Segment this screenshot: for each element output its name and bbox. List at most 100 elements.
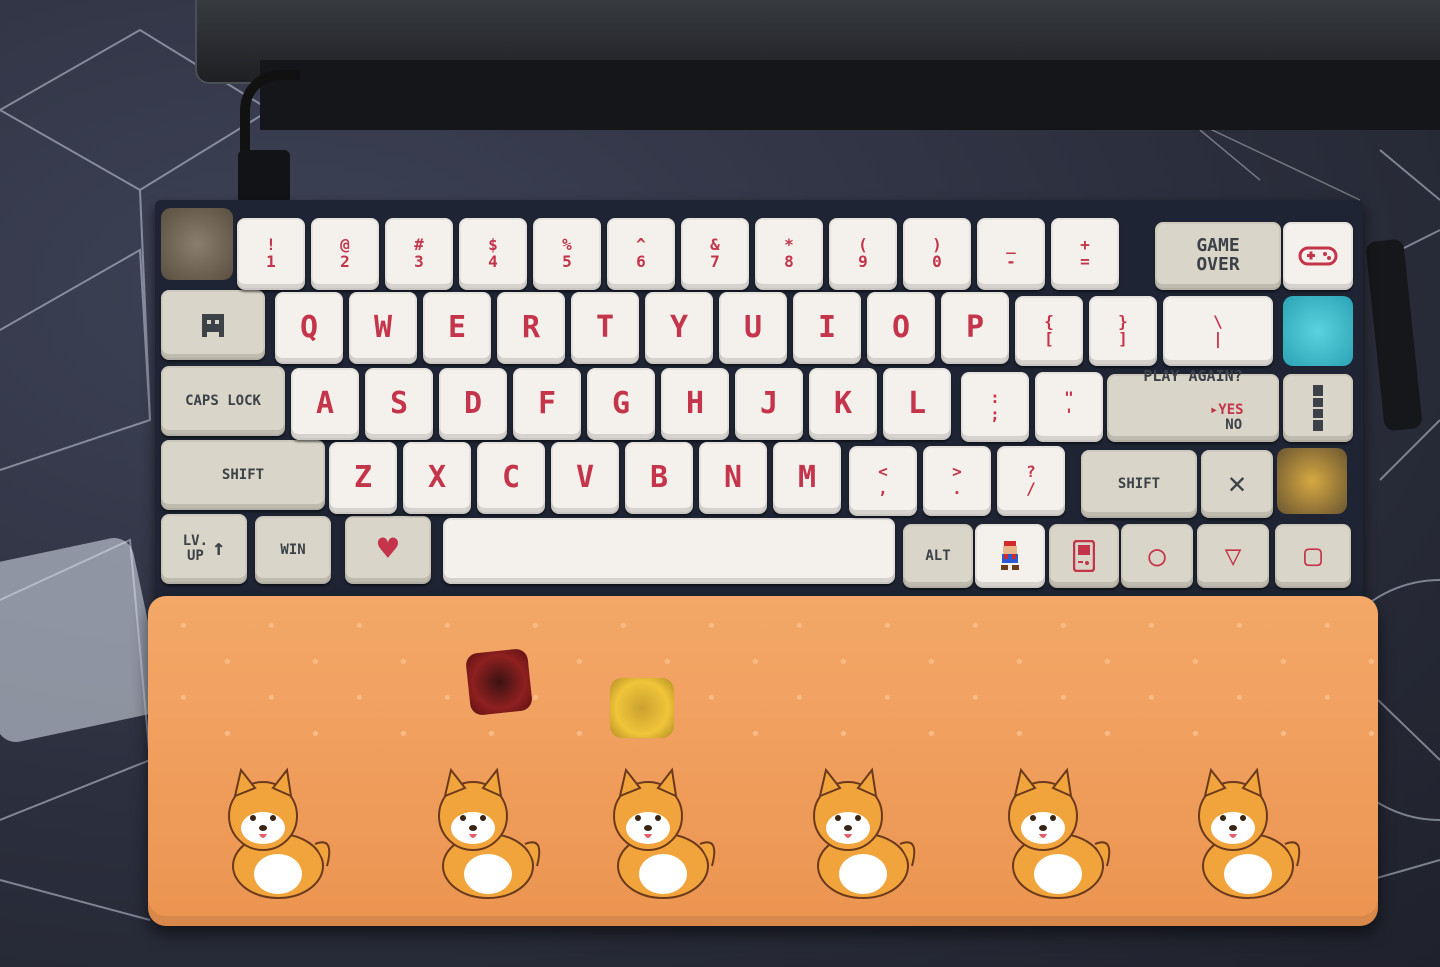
number-key-5[interactable]: % 5 — [533, 218, 601, 290]
lion-artisan-keycap[interactable] — [161, 208, 233, 280]
letter-key-d[interactable]: D — [439, 368, 507, 440]
number-key-3[interactable]: #3 — [385, 218, 453, 290]
slash-key[interactable]: ? / — [997, 446, 1065, 516]
number-key-=[interactable]: + = — [1051, 218, 1119, 290]
letter-key-s[interactable]: S — [365, 368, 433, 440]
period-key[interactable]: > . — [923, 446, 991, 516]
letter-key-v[interactable]: V — [551, 442, 619, 514]
tab-key-space-invader[interactable] — [161, 290, 265, 360]
paw-print-icon: • — [882, 616, 893, 637]
number-key-1[interactable]: ! 1 — [237, 218, 305, 290]
letter-key-e[interactable]: E — [423, 292, 491, 364]
paw-print-icon: • — [1190, 652, 1201, 673]
letter-key-x[interactable]: X — [403, 442, 471, 514]
key-legend-bottom: 8 — [784, 252, 794, 271]
letter-key-w[interactable]: W — [349, 292, 417, 364]
paw-print-icon: • — [618, 616, 629, 637]
key-legend-bottom: 1 — [266, 252, 276, 271]
paw-print-icon: • — [1102, 652, 1113, 673]
letter-key-q[interactable]: Q — [275, 292, 343, 364]
level-up-label: LV. UP — [182, 533, 209, 564]
bracket-open-key[interactable]: { [ — [1015, 296, 1083, 366]
letter-key-g[interactable]: G — [587, 368, 655, 440]
number-key-8[interactable]: * 8 — [755, 218, 823, 290]
comma-key[interactable]: < , — [849, 446, 917, 516]
letter-key-a[interactable]: A — [291, 368, 359, 440]
x-key[interactable]: ✕ — [1201, 450, 1273, 518]
game-over-key[interactable]: GAME OVER — [1155, 222, 1281, 290]
circle-key[interactable]: ◯ — [1121, 524, 1193, 588]
number-key-4[interactable]: $4 — [459, 218, 527, 290]
triangle-key[interactable]: ▽ — [1197, 524, 1269, 588]
paw-print-icon: • — [1322, 688, 1333, 709]
letter-key-o[interactable]: O — [867, 292, 935, 364]
paw-print-icon: • — [1366, 652, 1377, 673]
letter-key-i[interactable]: I — [793, 292, 861, 364]
caps-lock-key[interactable]: CAPS LOCK — [161, 366, 285, 436]
paw-print-icon: • — [970, 616, 981, 637]
paw-print-icon: • — [1278, 724, 1289, 745]
letter-key-k[interactable]: K — [809, 368, 877, 440]
bar-key[interactable] — [1283, 374, 1353, 442]
quote-key[interactable]: " ' — [1035, 372, 1103, 442]
paw-print-icon: • — [530, 616, 541, 637]
paw-print-icon: • — [266, 616, 277, 637]
laptop-hinge — [260, 60, 1440, 130]
paw-print-icon: • — [794, 616, 805, 637]
letter-key-c[interactable]: C — [477, 442, 545, 514]
letter-key-j[interactable]: J — [735, 368, 803, 440]
number-key-0[interactable]: ) 0 — [903, 218, 971, 290]
letter-key-u[interactable]: U — [719, 292, 787, 364]
play-again-title: PLAY AGAIN? — [1143, 366, 1243, 385]
play-again-enter-key[interactable]: PLAY AGAIN? ▸YES NO — [1107, 368, 1279, 442]
semicolon-key[interactable]: : ; — [961, 372, 1029, 442]
paw-print-icon: • — [1234, 616, 1245, 637]
key-legend-bottom: 3 — [414, 252, 424, 271]
space-invader-icon — [202, 314, 224, 337]
number-key-2[interactable]: @2 — [311, 218, 379, 290]
letter-key-f[interactable]: F — [513, 368, 581, 440]
alt-key[interactable]: ALT — [903, 524, 973, 588]
paw-print-icon: • — [1366, 724, 1377, 745]
paw-print-icon: • — [486, 724, 497, 745]
backslash-key[interactable]: \ | — [1163, 296, 1273, 366]
square-key[interactable]: ▢ — [1275, 524, 1351, 588]
letter-key-m[interactable]: M — [773, 442, 841, 514]
paw-print-icon: • — [1058, 616, 1069, 637]
shiba-dog-illustration — [1008, 767, 1111, 899]
letter-key-t[interactable]: T — [571, 292, 639, 364]
yellow-artisan-keycap[interactable] — [1277, 448, 1347, 514]
number-key-6[interactable]: ^ 6 — [607, 218, 675, 290]
paw-print-icon: • — [354, 616, 365, 637]
mario-key[interactable] — [975, 524, 1045, 588]
letter-key-n[interactable]: N — [699, 442, 767, 514]
letter-key-r[interactable]: R — [497, 292, 565, 364]
bracket-close-key[interactable]: } ] — [1089, 296, 1157, 366]
number-key--[interactable]: _ - — [977, 218, 1045, 290]
vertical-bar-icon — [1313, 385, 1323, 431]
letter-key-h[interactable]: H — [661, 368, 729, 440]
spacebar[interactable] — [443, 518, 895, 584]
gamepad-key[interactable] — [1283, 222, 1353, 290]
paw-print-icon: • — [398, 724, 409, 745]
heart-key[interactable]: ♥ — [345, 516, 431, 584]
letter-key-b[interactable]: B — [625, 442, 693, 514]
letter-key-l[interactable]: L — [883, 368, 951, 440]
letter-key-y[interactable]: Y — [645, 292, 713, 364]
paw-print-icon: • — [662, 652, 673, 673]
paw-print-icon: • — [398, 652, 409, 673]
letter-key-z[interactable]: Z — [329, 442, 397, 514]
red-monster-artisan — [464, 647, 534, 717]
letter-key-p[interactable]: P — [941, 292, 1009, 364]
number-key-7[interactable]: & 7 — [681, 218, 749, 290]
right-shift-key[interactable]: SHIFT — [1081, 450, 1197, 518]
number-key-9[interactable]: (9 — [829, 218, 897, 290]
left-shift-key[interactable]: SHIFT — [161, 440, 325, 510]
key-legend-bottom: 9 — [858, 252, 868, 271]
win-key[interactable]: WIN — [255, 516, 331, 584]
key-legend-bottom: = — [1080, 252, 1090, 271]
level-up-key[interactable]: LV. UP ↑ — [161, 514, 247, 584]
paw-print-icon: • — [1014, 652, 1025, 673]
gameboy-key[interactable] — [1049, 524, 1119, 588]
blue-artisan-keycap[interactable] — [1283, 296, 1353, 366]
